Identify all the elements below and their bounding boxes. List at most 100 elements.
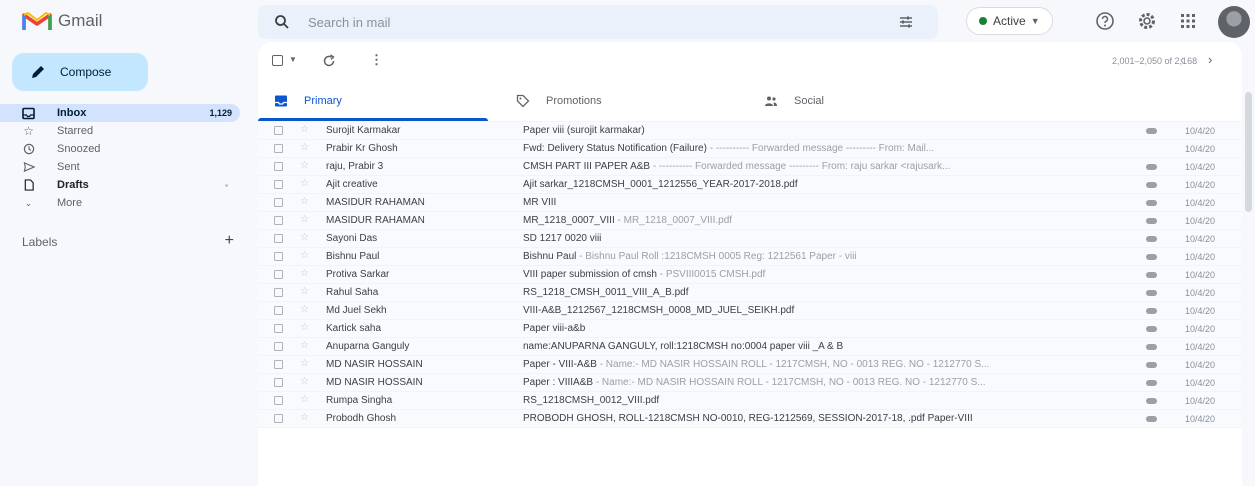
email-row[interactable]: ☆ Surojit Karmakar Paper viii (surojit kar… bbox=[258, 122, 1242, 140]
gmail-brand[interactable]: Gmail bbox=[22, 10, 102, 32]
sidebar-item-sent[interactable]: Sent bbox=[0, 158, 240, 176]
star-icon[interactable]: ☆ bbox=[300, 124, 309, 135]
row-checkbox[interactable] bbox=[274, 144, 283, 153]
row-checkbox[interactable] bbox=[274, 252, 283, 261]
row-checkbox[interactable] bbox=[274, 288, 283, 297]
gmail-logo-icon bbox=[22, 11, 52, 30]
email-row[interactable]: ☆ MASIDUR RAHAMAN MR VIII 10/4/20 bbox=[258, 194, 1242, 212]
email-row[interactable]: ☆ Anuparna Ganguly name:ANUPARNA GANGULY, … bbox=[258, 338, 1242, 356]
star-icon[interactable]: ☆ bbox=[300, 214, 309, 225]
attachment-icon[interactable] bbox=[1146, 128, 1157, 134]
attachment-icon[interactable] bbox=[1146, 164, 1157, 170]
attachment-icon[interactable] bbox=[1146, 326, 1157, 332]
email-row[interactable]: ☆ Md Juel Sekh VIII-A&B_1212567_1218CMSH_0… bbox=[258, 302, 1242, 320]
sidebar-item-drafts[interactable]: Drafts ▪ bbox=[0, 176, 240, 194]
row-checkbox[interactable] bbox=[274, 180, 283, 189]
star-icon[interactable]: ☆ bbox=[300, 232, 309, 243]
select-all-checkbox[interactable] bbox=[272, 55, 283, 66]
row-checkbox[interactable] bbox=[274, 342, 283, 351]
star-icon[interactable]: ☆ bbox=[300, 304, 309, 315]
gear-icon[interactable] bbox=[1137, 11, 1157, 31]
email-row[interactable]: ☆ raju, Prabir 3 CMSH PART III PAPER A&B -… bbox=[258, 158, 1242, 176]
sidebar-item-snoozed[interactable]: Snoozed bbox=[0, 140, 240, 158]
attachment-icon[interactable] bbox=[1146, 218, 1157, 224]
chevron-right-icon[interactable]: › bbox=[1208, 52, 1212, 67]
attachment-icon[interactable] bbox=[1146, 272, 1157, 278]
attachment-icon[interactable] bbox=[1146, 236, 1157, 242]
email-row[interactable]: ☆ MD NASIR HOSSAIN Paper : VIIIA&B - Name:… bbox=[258, 374, 1242, 392]
attachment-icon[interactable] bbox=[1146, 308, 1157, 314]
star-icon[interactable]: ☆ bbox=[300, 340, 309, 351]
star-icon[interactable]: ☆ bbox=[300, 286, 309, 297]
email-row[interactable]: ☆ Rahul Saha RS_1218_CMSH_0011_VIII_A_B.pd… bbox=[258, 284, 1242, 302]
email-row[interactable]: ☆ Protiva Sarkar VIII paper submission of … bbox=[258, 266, 1242, 284]
star-icon[interactable]: ☆ bbox=[300, 196, 309, 207]
sidebar-item-inbox[interactable]: Inbox 1,129 bbox=[0, 104, 240, 122]
row-checkbox[interactable] bbox=[274, 216, 283, 225]
status-dropdown[interactable]: Active ▼ bbox=[966, 7, 1053, 35]
email-row[interactable]: ☆ Prabir Kr Ghosh Fwd: Delivery Status Not… bbox=[258, 140, 1242, 158]
sidebar-item-more[interactable]: ⌄ More bbox=[0, 194, 240, 212]
row-checkbox[interactable] bbox=[274, 396, 283, 405]
email-row[interactable]: ☆ MASIDUR RAHAMAN MR_1218_0007_VIII - MR_1… bbox=[258, 212, 1242, 230]
account-avatar[interactable] bbox=[1218, 6, 1250, 38]
star-icon[interactable]: ☆ bbox=[300, 142, 309, 153]
star-icon[interactable]: ☆ bbox=[300, 268, 309, 279]
star-icon[interactable]: ☆ bbox=[300, 160, 309, 171]
email-sender: Surojit Karmakar bbox=[326, 125, 401, 136]
row-checkbox[interactable] bbox=[274, 270, 283, 279]
attachment-icon[interactable] bbox=[1146, 200, 1157, 206]
row-checkbox[interactable] bbox=[274, 324, 283, 333]
search-icon[interactable] bbox=[274, 14, 290, 30]
star-icon[interactable]: ☆ bbox=[300, 250, 309, 261]
attachment-icon[interactable] bbox=[1146, 182, 1157, 188]
row-checkbox[interactable] bbox=[274, 414, 283, 423]
row-checkbox[interactable] bbox=[274, 360, 283, 369]
compose-button[interactable]: Compose bbox=[12, 53, 148, 91]
email-row[interactable]: ☆ Ajit creative Ajit sarkar_1218CMSH_0001_… bbox=[258, 176, 1242, 194]
refresh-icon[interactable] bbox=[322, 54, 336, 68]
attachment-icon[interactable] bbox=[1146, 362, 1157, 368]
tab-promotions[interactable]: Promotions bbox=[516, 80, 602, 122]
tab-social[interactable]: Social bbox=[764, 80, 824, 122]
star-icon[interactable]: ☆ bbox=[300, 376, 309, 387]
more-options-icon[interactable]: ⋮ bbox=[370, 52, 383, 68]
row-checkbox[interactable] bbox=[274, 126, 283, 135]
search-input[interactable] bbox=[308, 14, 868, 30]
email-date: 10/4/20 bbox=[1185, 215, 1216, 226]
email-row[interactable]: ☆ Bishnu Paul Bishnu Paul - Bishnu Paul Ro… bbox=[258, 248, 1242, 266]
add-label-icon[interactable]: + bbox=[225, 233, 234, 249]
email-row[interactable]: ☆ Sayoni Das SD 1217 0020 viii 10/4/20 bbox=[258, 230, 1242, 248]
scrollbar-thumb[interactable] bbox=[1245, 92, 1252, 212]
star-icon[interactable]: ☆ bbox=[300, 394, 309, 405]
row-checkbox[interactable] bbox=[274, 162, 283, 171]
email-subject-line: VIII paper submission of cmsh - PSVIII00… bbox=[523, 269, 1131, 280]
attachment-icon[interactable] bbox=[1146, 380, 1157, 386]
attachment-icon[interactable] bbox=[1146, 398, 1157, 404]
select-menu-chevron-icon[interactable]: ▼ bbox=[289, 55, 297, 64]
email-row[interactable]: ☆ MD NASIR HOSSAIN Paper - VIII-A&B - Name… bbox=[258, 356, 1242, 374]
row-checkbox[interactable] bbox=[274, 234, 283, 243]
star-icon[interactable]: ☆ bbox=[300, 178, 309, 189]
tab-primary[interactable]: Primary bbox=[274, 80, 342, 122]
sidebar-item-starred[interactable]: ☆ Starred bbox=[0, 122, 240, 140]
email-row[interactable]: ☆ Rumpa Singha RS_1218CMSH_0012_VIII.pdf 10… bbox=[258, 392, 1242, 410]
help-icon[interactable] bbox=[1095, 11, 1115, 31]
email-row[interactable]: ☆ Probodh Ghosh PROBODH GHOSH, ROLL-1218CM… bbox=[258, 410, 1242, 428]
attachment-icon[interactable] bbox=[1146, 344, 1157, 350]
row-checkbox[interactable] bbox=[274, 198, 283, 207]
star-icon[interactable]: ☆ bbox=[300, 358, 309, 369]
row-checkbox[interactable] bbox=[274, 306, 283, 315]
row-checkbox[interactable] bbox=[274, 378, 283, 387]
attachment-icon[interactable] bbox=[1146, 290, 1157, 296]
attachment-icon[interactable] bbox=[1146, 416, 1157, 422]
star-icon[interactable]: ☆ bbox=[300, 412, 309, 423]
chevron-left-icon[interactable]: ‹ bbox=[1180, 52, 1184, 67]
search-bar[interactable] bbox=[258, 5, 938, 39]
star-icon[interactable]: ☆ bbox=[300, 322, 309, 333]
email-sender: Ajit creative bbox=[326, 179, 378, 190]
email-row[interactable]: ☆ Kartick saha Paper viii-a&b 10/4/20 bbox=[258, 320, 1242, 338]
search-options-icon[interactable] bbox=[898, 14, 914, 30]
apps-grid-icon[interactable] bbox=[1178, 11, 1198, 31]
attachment-icon[interactable] bbox=[1146, 254, 1157, 260]
